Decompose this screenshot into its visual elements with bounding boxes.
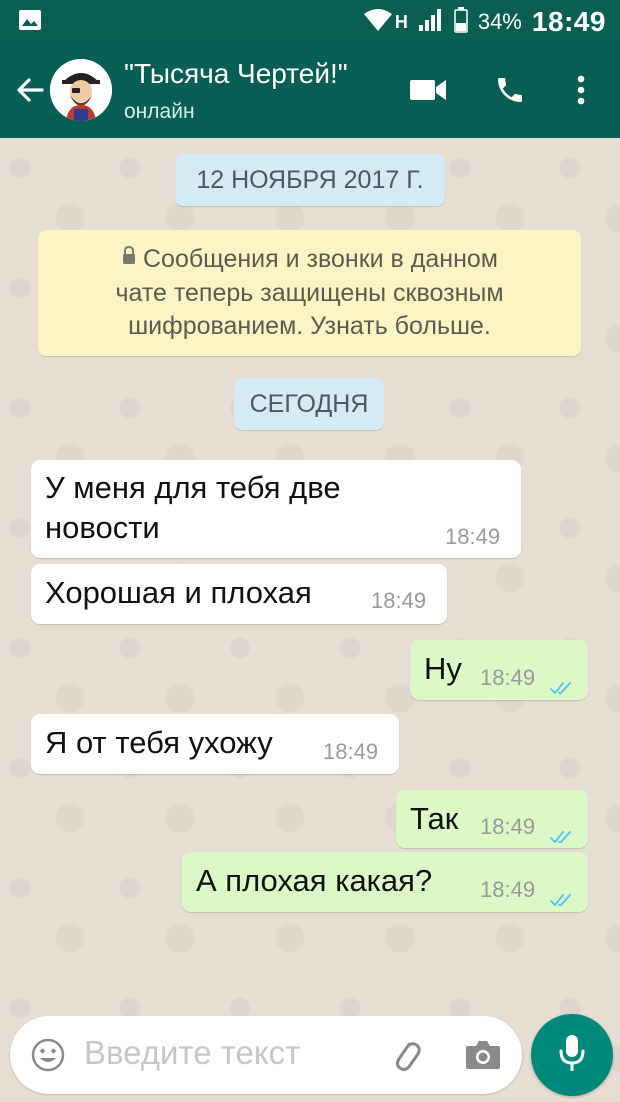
mic-icon	[558, 1033, 586, 1078]
image-icon	[18, 9, 42, 36]
message-time: 18:49	[445, 524, 501, 549]
message-text: Хорошая и плохая	[45, 575, 312, 610]
avatar[interactable]	[50, 59, 112, 121]
attach-icon[interactable]	[384, 1033, 428, 1077]
contact-status: онлайн	[124, 100, 195, 123]
message-bubble-outgoing[interactable]: А плохая какая? 18:49	[182, 852, 588, 912]
message-time: 18:49	[480, 877, 536, 902]
wifi-icon	[363, 8, 393, 37]
battery-icon	[454, 6, 468, 38]
message-text: Так	[410, 801, 459, 836]
chat-header: "Тысяча Чертей!" онлайн	[0, 42, 620, 138]
double-check-icon	[550, 668, 576, 704]
signal-icon	[418, 8, 444, 37]
status-bar: H 34% 18:49	[0, 0, 620, 42]
message-text: У меня для тебя две	[45, 470, 341, 505]
message-text: Я от тебя ухожу	[45, 725, 273, 760]
message-bubble-incoming[interactable]: Хорошая и плохая 18:49	[31, 564, 447, 624]
notice-line: Сообщения и звонки в данном	[143, 245, 498, 273]
double-check-icon	[550, 817, 576, 853]
network-type: H	[394, 11, 408, 32]
contact-name[interactable]: "Тысяча Чертей!"	[124, 58, 348, 90]
message-text: А плохая какая?	[196, 863, 433, 898]
double-check-icon	[550, 880, 576, 916]
phone-icon[interactable]	[488, 66, 532, 114]
message-time: 18:49	[323, 739, 379, 764]
camera-icon[interactable]	[461, 1033, 505, 1077]
mic-button[interactable]	[531, 1014, 613, 1096]
message-time: 18:49	[480, 665, 536, 690]
today-chip: СЕГОДНЯ	[234, 378, 384, 430]
message-text: Ну	[424, 651, 462, 686]
message-list[interactable]: 12 НОЯБРЯ 2017 Г. Сообщения и звонки в д…	[0, 138, 620, 1102]
encryption-notice[interactable]: Сообщения и звонки в данном чате теперь …	[38, 230, 581, 356]
message-time: 18:49	[371, 588, 427, 613]
notice-line: чате теперь защищены сквозным	[115, 278, 504, 307]
video-call-icon[interactable]	[404, 66, 452, 114]
message-input[interactable]: Введите текст	[84, 1034, 300, 1072]
message-bubble-outgoing[interactable]: Так 18:49	[396, 790, 588, 848]
date-chip: 12 НОЯБРЯ 2017 Г.	[175, 154, 445, 206]
battery-level: 34%	[477, 9, 522, 34]
message-time: 18:49	[480, 814, 536, 839]
message-composer[interactable]: Введите текст	[10, 1016, 522, 1094]
back-arrow-icon[interactable]	[8, 64, 52, 116]
notice-line: шифрованием. Узнать больше.	[128, 311, 491, 340]
message-bubble-incoming[interactable]: Я от тебя ухожу 18:49	[31, 714, 399, 774]
message-bubble-incoming[interactable]: У меня для тебя две новости 18:49	[31, 460, 521, 558]
lock-icon	[121, 241, 137, 274]
message-bubble-outgoing[interactable]: Ну 18:49	[410, 640, 588, 700]
message-text: новости	[45, 510, 160, 545]
emoji-icon[interactable]	[26, 1033, 70, 1077]
clock: 18:49	[531, 6, 606, 37]
more-vert-icon[interactable]	[566, 66, 596, 114]
